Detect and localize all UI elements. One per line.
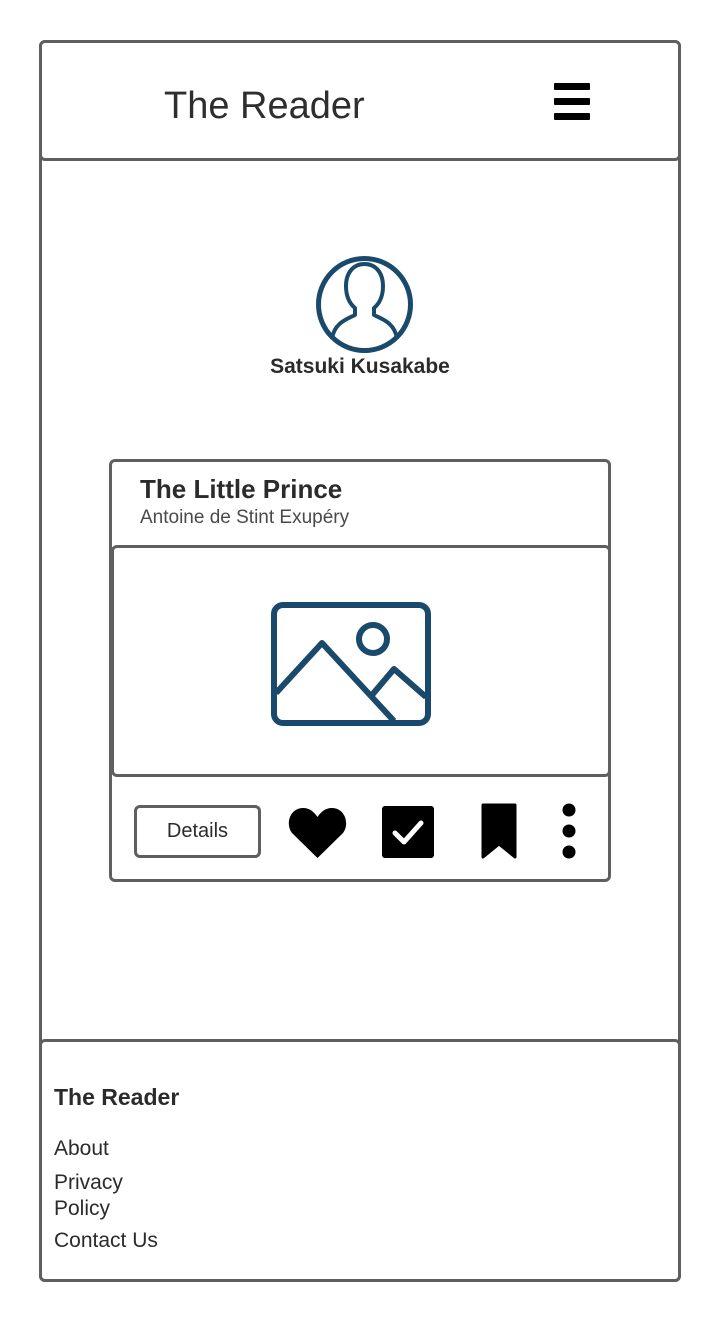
footer-link-label: Privacy [54, 1171, 123, 1194]
footer-link-label: About [54, 1137, 109, 1160]
heart-icon[interactable] [288, 805, 347, 859]
footer-link-contact-us[interactable]: Contact Us [54, 1228, 158, 1254]
footer-link-about[interactable]: About [54, 1136, 109, 1162]
vertical-ellipsis-icon[interactable] [560, 802, 578, 860]
book-author: Antoine de Stint Exupéry [140, 507, 350, 528]
footer-link-label: Contact Us [54, 1229, 158, 1252]
footer-link-label: Policy [54, 1197, 111, 1220]
footer: The Reader About Privacy Policy Contact … [39, 1039, 681, 1282]
checkbox-checked-icon[interactable] [382, 806, 434, 858]
image-placeholder-icon [271, 602, 431, 726]
book-title: The Little Prince [140, 474, 343, 504]
user-avatar-icon [315, 255, 414, 354]
details-button[interactable]: Details [134, 805, 261, 858]
hamburger-menu-icon[interactable] [554, 83, 590, 121]
app-header: The Reader [39, 40, 681, 161]
book-card: The Little Prince Antoine de Stint Exupé… [109, 459, 611, 882]
bookmark-icon[interactable] [479, 802, 519, 860]
app-title: The Reader [164, 85, 365, 127]
footer-title: The Reader [54, 1084, 180, 1110]
user-name: Satsuki Kusakabe [270, 355, 450, 378]
book-cover-placeholder [111, 545, 611, 777]
footer-link-privacy-policy[interactable]: Privacy Policy [54, 1170, 123, 1222]
